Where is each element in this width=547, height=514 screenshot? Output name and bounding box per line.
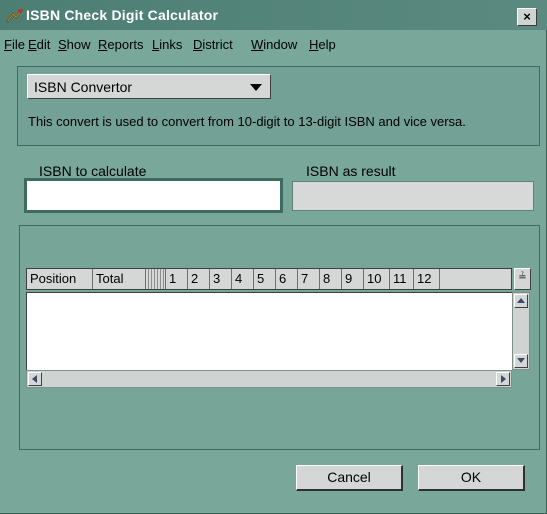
ok-button[interactable]: OK — [418, 465, 525, 491]
app-window: ISBN Check Digit Calculator × File Edit … — [0, 0, 547, 514]
menu-district[interactable]: District — [193, 37, 233, 52]
col-header-blank[interactable] — [146, 269, 166, 289]
isbn-result-field — [292, 181, 534, 211]
scroll-left-button[interactable] — [28, 372, 42, 386]
menu-window[interactable]: Window — [251, 37, 297, 52]
convertor-selected-value: ISBN Convertor — [34, 79, 133, 95]
col-header-5[interactable]: 5 — [254, 269, 276, 289]
menu-edit[interactable]: Edit — [28, 37, 50, 52]
isbn-calc-label: ISBN to calculate — [39, 163, 147, 179]
col-header-6[interactable]: 6 — [276, 269, 298, 289]
col-header-position[interactable]: Position — [27, 269, 93, 289]
arrow-up-icon — [517, 298, 525, 303]
col-header-total[interactable]: Total — [93, 269, 146, 289]
col-header-3[interactable]: 3 — [210, 269, 232, 289]
cancel-button[interactable]: Cancel — [296, 465, 403, 491]
menu-file[interactable]: File — [4, 37, 25, 52]
window-title: ISBN Check Digit Calculator — [26, 7, 219, 23]
horizontal-scrollbar[interactable] — [26, 370, 512, 388]
isbn-calc-field-frame — [24, 178, 283, 213]
scroll-right-button[interactable] — [496, 372, 510, 386]
convertor-description: This convert is used to convert from 10-… — [28, 114, 466, 129]
scroll-down-button[interactable] — [514, 354, 528, 368]
close-button[interactable]: × — [517, 8, 537, 26]
menu-bar: File Edit Show Reports Links District Wi… — [0, 33, 547, 55]
col-header-12[interactable]: 12 — [414, 269, 440, 289]
arrow-down-icon — [517, 358, 525, 363]
grid-body[interactable] — [26, 292, 512, 370]
col-header-10[interactable]: 10 — [364, 269, 390, 289]
menu-show[interactable]: Show — [58, 37, 91, 52]
isbn-calc-input[interactable] — [27, 181, 280, 210]
col-header-11[interactable]: 11 — [390, 269, 414, 289]
col-header-7[interactable]: 7 — [298, 269, 320, 289]
vertical-scrollbar[interactable] — [512, 292, 530, 370]
col-header-1[interactable]: 1 — [166, 269, 188, 289]
arrow-right-icon — [501, 375, 506, 383]
app-icon — [6, 8, 24, 23]
chevron-down-icon — [250, 84, 262, 91]
convertor-dropdown[interactable]: ISBN Convertor — [27, 74, 271, 99]
col-header-8[interactable]: 8 — [320, 269, 342, 289]
menu-reports[interactable]: Reports — [98, 37, 144, 52]
grid-header: Position Total 1 2 3 4 5 6 7 8 9 10 11 1… — [26, 268, 512, 290]
grid-corner-button[interactable]: ≟ — [514, 268, 531, 290]
isbn-result-label: ISBN as result — [306, 163, 396, 179]
col-header-9[interactable]: 9 — [342, 269, 364, 289]
col-header-2[interactable]: 2 — [188, 269, 210, 289]
title-bar[interactable]: ISBN Check Digit Calculator × — [0, 0, 547, 30]
scroll-up-button[interactable] — [514, 294, 528, 308]
menu-links[interactable]: Links — [152, 37, 182, 52]
col-header-4[interactable]: 4 — [232, 269, 254, 289]
menu-help[interactable]: Help — [309, 37, 336, 52]
arrow-left-icon — [32, 375, 37, 383]
